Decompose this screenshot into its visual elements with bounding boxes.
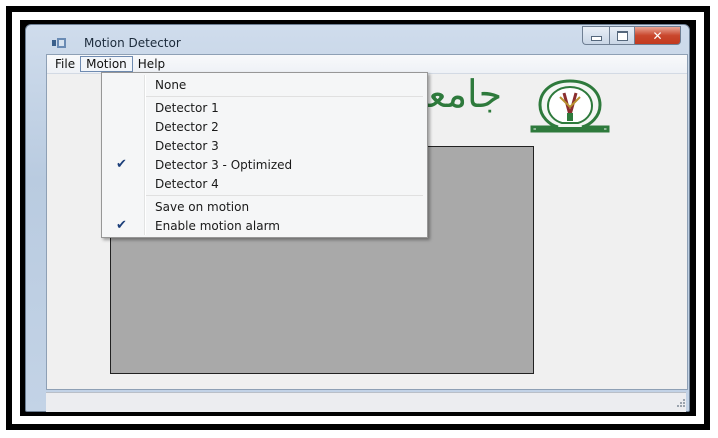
- menu-item-detector-3-optimized[interactable]: Detector 3 - Optimized: [155, 158, 292, 172]
- menu-item-detector-2[interactable]: Detector 2: [155, 120, 219, 134]
- app-icon: [52, 38, 66, 48]
- maximize-button[interactable]: [609, 26, 635, 45]
- title-bar[interactable]: Motion Detector ✕: [26, 25, 689, 55]
- close-icon: ✕: [652, 28, 663, 43]
- menu-separator: [146, 195, 423, 196]
- menu-item-detector-1[interactable]: Detector 1: [155, 101, 219, 115]
- menu-separator: [146, 96, 423, 97]
- menu-motion[interactable]: Motion: [80, 56, 133, 72]
- checkmark-icon: ✔: [116, 157, 127, 172]
- status-bar: [46, 392, 686, 412]
- minimize-button[interactable]: [582, 26, 609, 45]
- motion-dropdown-menu: None Detector 1 Detector 2 Detector 3 ✔ …: [101, 72, 428, 238]
- menu-item-enable-motion-alarm[interactable]: Enable motion alarm: [155, 219, 280, 233]
- university-emblem-icon: [530, 79, 610, 133]
- menu-help[interactable]: Help: [133, 56, 170, 72]
- caption-buttons: ✕: [582, 26, 681, 45]
- close-button[interactable]: ✕: [635, 26, 681, 45]
- checkmark-icon: ✔: [116, 218, 127, 233]
- menu-file[interactable]: File: [50, 56, 80, 72]
- maximize-icon: [616, 30, 628, 41]
- menu-item-none[interactable]: None: [155, 78, 186, 92]
- menu-item-save-on-motion[interactable]: Save on motion: [155, 200, 249, 214]
- menu-item-detector-4[interactable]: Detector 4: [155, 177, 219, 191]
- resize-grip-icon[interactable]: [674, 398, 686, 410]
- window-title: Motion Detector: [84, 36, 181, 50]
- menu-item-detector-3[interactable]: Detector 3: [155, 139, 219, 153]
- minimize-icon: [590, 35, 602, 41]
- menu-gutter: [144, 75, 146, 235]
